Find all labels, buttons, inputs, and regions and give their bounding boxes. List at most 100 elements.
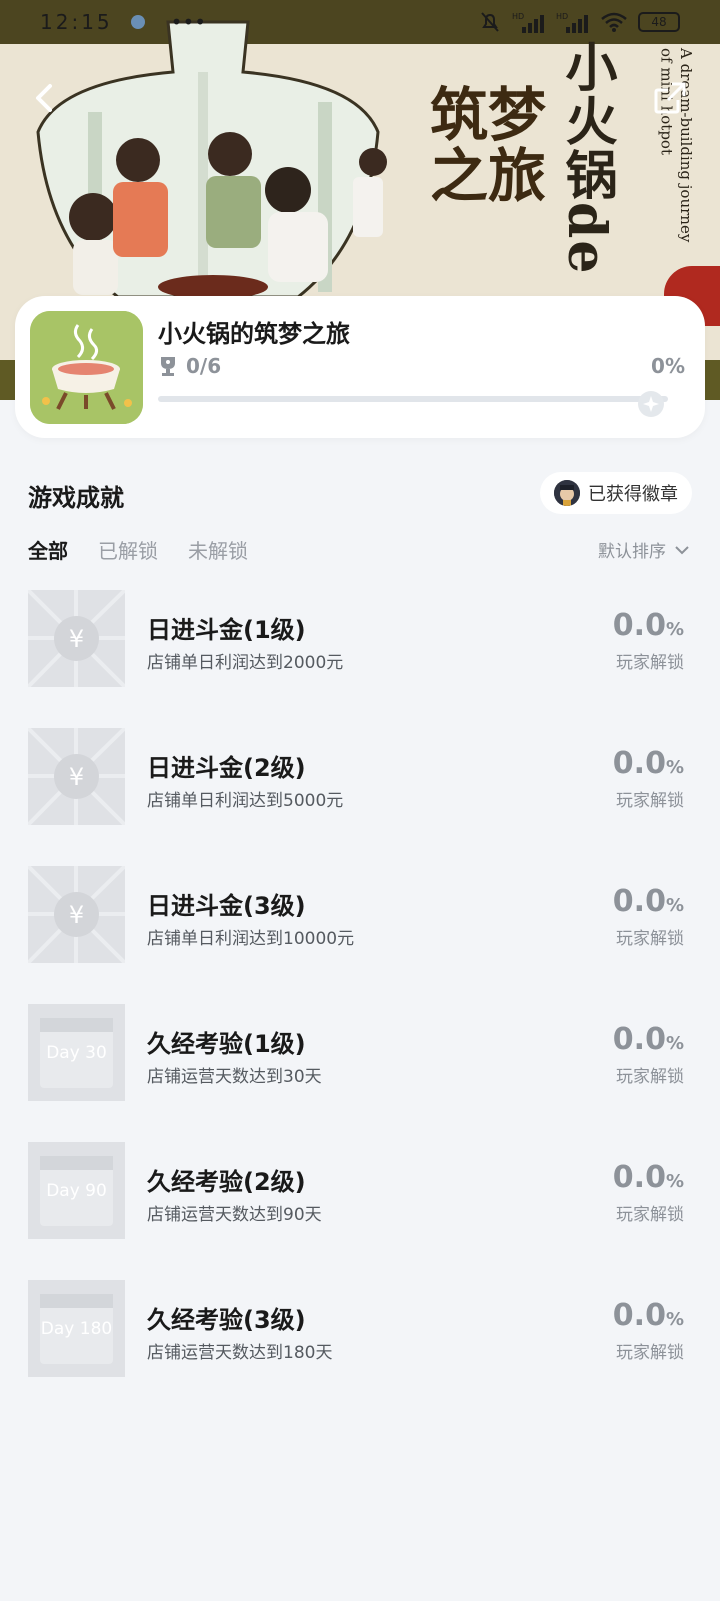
achievement-badge-thumb: ¥ <box>28 728 125 825</box>
achievement-list: ¥ 日进斗金(1级) 店铺单日利润达到2000元 0.0% 玩家解锁 ¥ 日进斗… <box>0 590 720 1418</box>
banner-title-vertical: 小火锅de <box>556 40 617 276</box>
thumb-symbol: ¥ <box>68 762 85 791</box>
achievement-rate: 0.0% <box>613 1298 684 1333</box>
progress-percent: 0% <box>651 354 685 378</box>
achievement-desc: 店铺单日利润达到10000元 <box>147 929 355 949</box>
achievement-name: 久经考验(2级) <box>147 1168 306 1196</box>
status-more-dots: ••• <box>170 10 207 34</box>
achievement-unlock-label: 玩家解锁 <box>616 1067 684 1087</box>
hotpot-illustration <box>36 20 387 299</box>
rate-percent-sign: % <box>665 1033 684 1054</box>
rate-percent-sign: % <box>665 895 684 916</box>
yen-coin-icon: ¥ <box>54 616 99 661</box>
achievement-name: 日进斗金(3级) <box>147 892 306 920</box>
rate-value: 0.0 <box>612 1160 666 1195</box>
thumb-symbol: ¥ <box>68 624 85 653</box>
achievement-desc: 店铺单日利润达到5000元 <box>147 791 344 811</box>
signal-hd-icon: HD <box>512 12 544 33</box>
signal-hd-icon-2: HD <box>556 12 588 33</box>
achievement-name: 日进斗金(2级) <box>147 754 306 782</box>
game-app-icon <box>30 311 143 424</box>
wifi-icon <box>601 12 627 32</box>
achievement-count-row: 0/6 <box>158 354 221 378</box>
achievement-name: 久经考验(3级) <box>147 1306 306 1334</box>
status-time: 12:15 <box>40 10 113 34</box>
day-label: Day 90 <box>46 1180 107 1201</box>
achievement-desc: 店铺运营天数达到90天 <box>147 1205 322 1225</box>
achievement-desc: 店铺单日利润达到2000元 <box>147 653 344 673</box>
achievement-unlock-label: 玩家解锁 <box>616 791 684 811</box>
achievement-badge-thumb: Day 30 <box>28 1004 125 1101</box>
achievement-item[interactable]: Day 90 久经考验(2级) 店铺运营天数达到90天 0.0% 玩家解锁 <box>0 1142 720 1280</box>
rate-percent-sign: % <box>665 757 684 778</box>
sort-dropdown[interactable]: 默认排序 <box>598 537 690 562</box>
yen-coin-icon: ¥ <box>54 892 99 937</box>
achievement-badge-thumb: Day 180 <box>28 1280 125 1377</box>
rate-value: 0.0 <box>612 1022 666 1057</box>
banner-title-script: 筑梦之旅 <box>430 81 547 210</box>
achievement-unlock-label: 玩家解锁 <box>616 929 684 949</box>
svg-text:HD: HD <box>556 12 568 21</box>
progress-bar <box>158 396 668 402</box>
achievement-rate: 0.0% <box>613 1022 684 1057</box>
mute-bell-icon <box>481 12 499 32</box>
achievement-item[interactable]: ¥ 日进斗金(2级) 店铺单日利润达到5000元 0.0% 玩家解锁 <box>0 728 720 866</box>
badge-avatar-icon <box>554 480 580 506</box>
rate-value: 0.0 <box>612 746 666 781</box>
yen-coin-icon: ¥ <box>54 754 99 799</box>
game-title: 小火锅的筑梦之旅 <box>158 320 350 348</box>
progress-knob-icon <box>643 396 659 412</box>
game-info-card: 小火锅的筑梦之旅 0/6 0% <box>15 296 705 438</box>
hotpot-icon <box>30 311 143 424</box>
tab-locked[interactable]: 未解锁 <box>188 535 248 564</box>
achievement-name: 日进斗金(1级) <box>147 616 306 644</box>
section-title: 游戏成就 <box>28 484 124 512</box>
achievement-item[interactable]: ¥ 日进斗金(1级) 店铺单日利润达到2000元 0.0% 玩家解锁 <box>0 590 720 728</box>
rate-value: 0.0 <box>612 1298 666 1333</box>
share-icon[interactable] <box>652 80 688 116</box>
rate-value: 0.0 <box>612 884 666 919</box>
achievement-badge-thumb: ¥ <box>28 866 125 963</box>
battery-level: 48 <box>651 15 667 29</box>
achievement-count: 0/6 <box>186 354 222 378</box>
rate-percent-sign: % <box>665 619 684 640</box>
achievement-rate: 0.0% <box>613 1160 684 1195</box>
achievement-badge-thumb: Day 90 <box>28 1142 125 1239</box>
achievement-rate: 0.0% <box>613 608 684 643</box>
avatar <box>554 480 580 506</box>
achievement-item[interactable]: ¥ 日进斗金(3级) 店铺单日利润达到10000元 0.0% 玩家解锁 <box>0 866 720 1004</box>
rate-value: 0.0 <box>612 608 666 643</box>
achievement-item[interactable]: Day 30 久经考验(1级) 店铺运营天数达到30天 0.0% 玩家解锁 <box>0 1004 720 1142</box>
status-bar: 12:15 ••• HD HD 48 <box>0 0 720 44</box>
earned-badges-label: 已获得徽章 <box>588 484 678 505</box>
thumb-symbol: ¥ <box>68 900 85 929</box>
day-label: Day 30 <box>46 1042 107 1063</box>
rate-percent-sign: % <box>665 1171 684 1192</box>
progress-knob <box>638 391 664 417</box>
achievement-unlock-label: 玩家解锁 <box>616 1343 684 1363</box>
svg-text:HD: HD <box>512 12 524 21</box>
chevron-down-icon <box>675 545 689 554</box>
trophy-icon <box>161 357 175 376</box>
banner-english-subtitle: A dream-building journey of mini hotpot <box>657 48 696 243</box>
battery-icon: 48 <box>638 12 680 32</box>
tab-unlocked[interactable]: 已解锁 <box>98 535 158 564</box>
tab-all[interactable]: 全部 <box>28 535 68 564</box>
achievement-badge-thumb: ¥ <box>28 590 125 687</box>
achievement-desc: 店铺运营天数达到30天 <box>147 1067 322 1087</box>
achievement-desc: 店铺运营天数达到180天 <box>147 1343 333 1363</box>
filter-tabs: 全部 已解锁 未解锁 <box>28 535 248 564</box>
sort-label: 默认排序 <box>598 542 666 562</box>
back-arrow-icon[interactable] <box>28 80 64 116</box>
day-label: Day 180 <box>40 1318 113 1339</box>
achievement-name: 久经考验(1级) <box>147 1030 306 1058</box>
achievement-rate: 0.0% <box>613 746 684 781</box>
status-right-group: HD HD 48 <box>478 10 680 34</box>
achievement-unlock-label: 玩家解锁 <box>616 1205 684 1225</box>
achievement-item[interactable]: Day 180 久经考验(3级) 店铺运营天数达到180天 0.0% 玩家解锁 <box>0 1280 720 1418</box>
earned-badges-button[interactable]: 已获得徽章 <box>540 472 692 514</box>
achievement-unlock-label: 玩家解锁 <box>616 653 684 673</box>
achievement-rate: 0.0% <box>613 884 684 919</box>
app-notification-icon <box>130 15 145 29</box>
rate-percent-sign: % <box>665 1309 684 1330</box>
